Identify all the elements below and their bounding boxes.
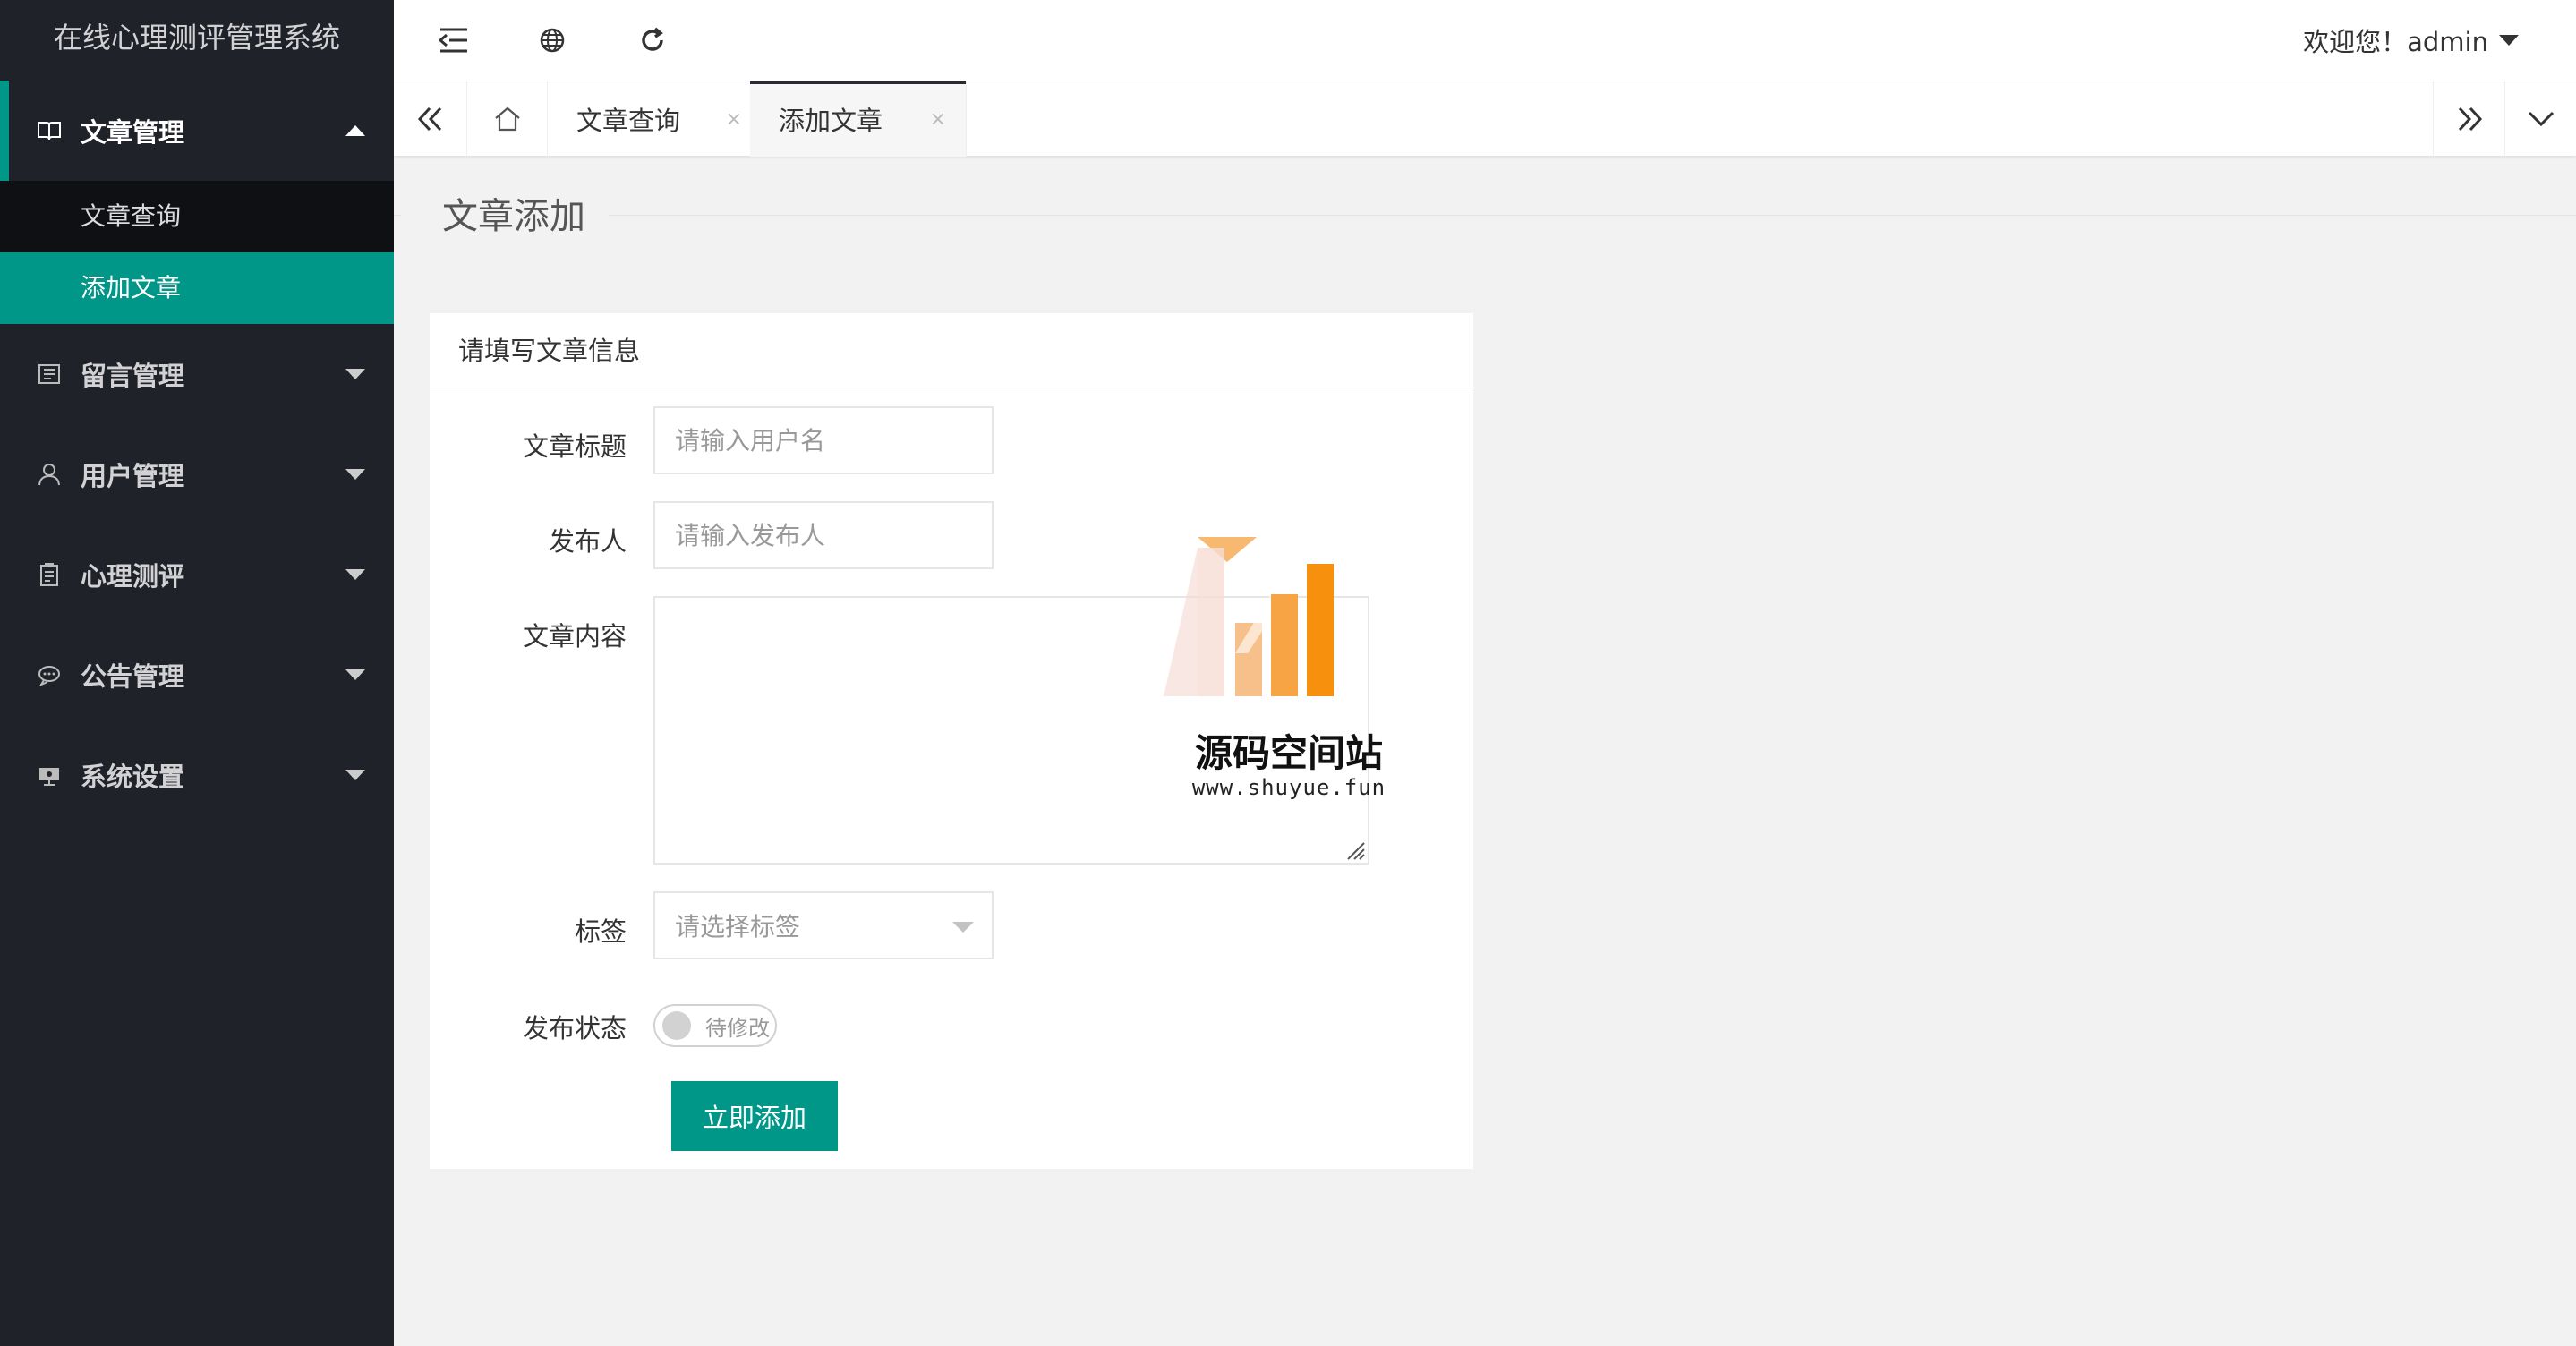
tab-label: 文章查询 [576, 106, 681, 136]
title-divider [394, 215, 2576, 216]
menu-system-settings[interactable]: 系统设置 [0, 725, 394, 825]
watermark-url: www.shuyue.fun [1191, 775, 1386, 800]
tag-select-placeholder: 请选择标签 [675, 912, 801, 941]
tab-add-article[interactable]: 添加文章 × [750, 81, 967, 157]
welcome-text: 欢迎您！admin [2303, 27, 2488, 57]
menu-label: 公告管理 [81, 661, 185, 692]
sidebar: 在线心理测评管理系统 文章管理 文章查询 添加文章 留言管理 用户管理 心理测评… [0, 0, 394, 1346]
menu-label: 用户管理 [81, 461, 185, 491]
caret-down-icon [345, 469, 365, 480]
resize-grip-icon[interactable] [1343, 838, 1366, 861]
submenu-article: 文章查询 添加文章 [0, 181, 394, 324]
submenu-item-article-query[interactable]: 文章查询 [0, 181, 394, 252]
user-icon [36, 461, 63, 488]
tag-label: 标签 [574, 916, 627, 947]
author-label: 发布人 [548, 526, 627, 557]
tab-bar: 文章查询 × 添加文章 × [394, 81, 2576, 157]
title-label: 文章标题 [522, 431, 627, 462]
card-title: 请填写文章信息 [430, 313, 1473, 388]
title-input[interactable] [653, 406, 994, 474]
menu-label: 心理测评 [81, 561, 185, 592]
menu-article-management[interactable]: 文章管理 [0, 81, 394, 181]
watermark: 源码空间站 www.shuyue.fun [1155, 537, 1423, 805]
caret-down-icon [345, 669, 365, 680]
author-input[interactable] [653, 501, 994, 569]
close-icon[interactable]: × [930, 108, 946, 131]
chat-bubble-icon [36, 661, 63, 688]
menu-label: 系统设置 [81, 762, 185, 792]
watermark-name: 源码空间站 [1194, 731, 1383, 775]
caret-down-icon [345, 569, 365, 580]
refresh-icon[interactable] [632, 20, 673, 61]
content-label: 文章内容 [522, 621, 627, 652]
menu-user-management[interactable]: 用户管理 [0, 424, 394, 524]
caret-down-icon [345, 369, 365, 379]
menu-label: 留言管理 [81, 361, 185, 391]
status-switch[interactable]: 待修改 [653, 1004, 777, 1047]
submit-button[interactable]: 立即添加 [671, 1081, 838, 1151]
switch-knob [662, 1011, 691, 1040]
submenu-item-add-article[interactable]: 添加文章 [0, 252, 394, 324]
clipboard-icon [36, 561, 63, 588]
user-menu[interactable]: 欢迎您！admin [2303, 0, 2519, 81]
sidebar-toggle-icon[interactable] [433, 20, 474, 61]
caret-down-icon [2499, 35, 2519, 46]
switch-text: 待修改 [705, 1015, 770, 1041]
top-header: 欢迎您！admin [394, 0, 2576, 81]
chevron-down-icon[interactable] [2504, 81, 2576, 157]
book-icon [36, 117, 63, 144]
message-board-icon [36, 361, 63, 388]
caret-up-icon [345, 125, 365, 136]
page-title: 文章添加 [401, 190, 609, 243]
double-chevron-right-icon[interactable] [2433, 81, 2504, 157]
menu-message-management[interactable]: 留言管理 [0, 324, 394, 424]
menu-group-article: 文章管理 文章查询 添加文章 [0, 81, 394, 324]
settings-monitor-icon [36, 762, 63, 788]
globe-icon[interactable] [532, 20, 573, 61]
tab-article-query[interactable]: 文章查询 × [548, 81, 763, 157]
caret-down-icon [345, 770, 365, 780]
tag-select[interactable]: 请选择标签 [653, 891, 994, 959]
app-title: 在线心理测评管理系统 [0, 0, 394, 81]
page-title-bar: 文章添加 [394, 190, 2576, 243]
close-icon[interactable]: × [726, 108, 742, 131]
status-label: 发布状态 [522, 1013, 627, 1044]
menu-label: 文章管理 [81, 117, 185, 148]
tab-label: 添加文章 [779, 106, 883, 136]
caret-down-icon [952, 922, 974, 933]
menu-psych-assessment[interactable]: 心理测评 [0, 524, 394, 625]
menu-notice-management[interactable]: 公告管理 [0, 625, 394, 725]
watermark-logo-icon [1164, 537, 1334, 696]
home-icon[interactable] [467, 81, 548, 157]
double-chevron-left-icon[interactable] [394, 81, 467, 157]
